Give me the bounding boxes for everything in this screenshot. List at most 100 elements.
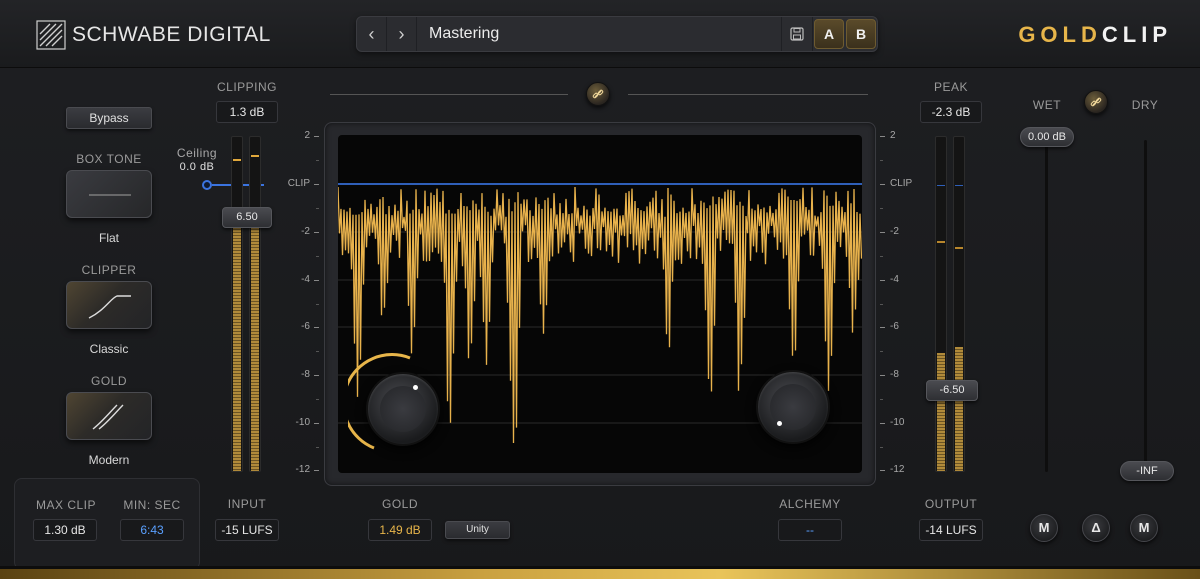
scale-minor-tick: [880, 208, 883, 209]
plugin-window: SCHWABE DIGITAL ‹ › Mastering A B GOLDCL…: [0, 0, 1200, 579]
min-sec-label: MIN: SEC: [123, 498, 181, 512]
wet-fader-handle[interactable]: 0.00 dB: [1020, 127, 1074, 147]
scale-minor-tick: [316, 256, 319, 257]
unity-button[interactable]: Unity: [445, 521, 510, 539]
scale-minor-tick: [880, 160, 883, 161]
delta-button[interactable]: Δ: [1082, 514, 1110, 542]
gain-link-button[interactable]: [586, 82, 610, 106]
bypass-button[interactable]: Bypass: [66, 107, 152, 129]
scale-tick-left: [314, 136, 319, 137]
scale-tick-left: [314, 375, 319, 376]
scale-label-left: -8: [301, 369, 310, 380]
dry-fader-track[interactable]: [1144, 140, 1147, 470]
scale-tick-right: [880, 136, 885, 137]
alchemy-value: --: [778, 519, 842, 541]
dry-label: DRY: [1131, 98, 1159, 112]
scale-minor-tick: [316, 447, 319, 448]
gold-mode-label: GOLD: [90, 374, 127, 388]
scale-label-right: CLIP: [890, 178, 913, 189]
scale-tick-right: [880, 423, 885, 424]
clipper-tile[interactable]: [66, 281, 152, 329]
input-fader-handle[interactable]: 6.50: [222, 207, 272, 228]
scale-label-right: -4: [890, 274, 899, 285]
scale-tick-right: [880, 184, 885, 185]
box-tone-label: BOX TONE: [76, 152, 142, 166]
wet-fader-track[interactable]: [1045, 140, 1048, 472]
scale-minor-tick: [880, 351, 883, 352]
scale-label-left: -4: [301, 274, 310, 285]
next-preset-button[interactable]: ›: [387, 17, 417, 51]
gold-value: 1.49 dB: [368, 519, 432, 541]
scale-tick-right: [880, 327, 885, 328]
preset-name[interactable]: Mastering: [417, 17, 781, 51]
chevron-right-icon: ›: [398, 23, 405, 44]
output-label: OUTPUT: [924, 497, 978, 511]
chevron-left-icon: ‹: [368, 23, 375, 44]
scale-tick-right: [880, 375, 885, 376]
scale-minor-tick: [316, 399, 319, 400]
scale-minor-tick: [316, 351, 319, 352]
prev-preset-button[interactable]: ‹: [357, 17, 387, 51]
box-tone-tile[interactable]: [66, 170, 152, 218]
scale-label-left: -2: [301, 226, 310, 237]
scale-tick-left: [314, 280, 319, 281]
scale-label-right: -8: [890, 369, 899, 380]
classic-curve-icon: [88, 295, 131, 319]
gold-mode-tile[interactable]: [66, 392, 152, 440]
input-label: INPUT: [227, 497, 267, 511]
mute-wet-button[interactable]: M: [1030, 514, 1058, 542]
scale-tick-left: [314, 470, 319, 471]
bottom-gold-bar: [0, 566, 1200, 579]
link-icon: [592, 89, 604, 99]
max-clip-label: MAX CLIP: [35, 498, 96, 512]
preset-bar: ‹ › Mastering A B: [356, 16, 878, 52]
header-bar: SCHWABE DIGITAL ‹ › Mastering A B GOLDCL…: [0, 0, 1200, 68]
b-button[interactable]: B: [846, 19, 876, 49]
product-logo: GOLDCLIP: [1018, 22, 1172, 47]
scale-label-right: -6: [890, 321, 899, 332]
scale-tick-left: [314, 423, 319, 424]
save-preset-button[interactable]: [781, 17, 813, 51]
ceiling-handle[interactable]: [202, 180, 212, 190]
max-clip-value: 1.30 dB: [33, 519, 97, 541]
scale-minor-tick: [316, 304, 319, 305]
modern-curve-icon: [92, 404, 124, 430]
scale-label-left: -10: [295, 417, 310, 428]
scale-label-right: -12: [890, 464, 905, 475]
brand: SCHWABE DIGITAL: [36, 20, 271, 50]
scale-tick-right: [880, 470, 885, 471]
link-line-left: [330, 94, 568, 95]
output-lufs-value: -14 LUFS: [919, 519, 983, 541]
a-button[interactable]: A: [814, 19, 844, 49]
clipper-label: CLIPPER: [81, 263, 137, 277]
input-lufs-value: -15 LUFS: [215, 519, 279, 541]
peak-value: -2.3 dB: [920, 101, 982, 123]
gold-knob[interactable]: [366, 372, 440, 446]
clipper-value: Classic: [89, 342, 129, 356]
scale-minor-tick: [316, 160, 319, 161]
scale-label-right: -10: [890, 417, 905, 428]
save-icon: [790, 27, 804, 41]
input-meter-right: [249, 136, 261, 472]
scale-minor-tick: [880, 447, 883, 448]
scale-tick-left: [314, 327, 319, 328]
output-fader-handle[interactable]: -6.50: [926, 380, 978, 401]
scale-minor-tick: [316, 208, 319, 209]
scale-label-left: -6: [301, 321, 310, 332]
scale-tick-left: [314, 184, 319, 185]
clipping-value: 1.3 dB: [216, 101, 278, 123]
link-icon: [1090, 97, 1102, 107]
peak-label: PEAK: [933, 80, 968, 94]
mute-dry-button[interactable]: M: [1130, 514, 1158, 542]
alchemy-knob[interactable]: [756, 370, 830, 444]
alchemy-label: ALCHEMY: [779, 497, 841, 511]
output-meter-right: [953, 136, 965, 472]
wet-dry-link-button[interactable]: [1084, 90, 1108, 114]
scale-minor-tick: [880, 399, 883, 400]
scale-minor-tick: [880, 256, 883, 257]
scale-label-right: 2: [890, 130, 896, 141]
ceiling-value: 0.0 dB: [179, 161, 215, 173]
gold-mode-value: Modern: [88, 453, 130, 467]
wet-label: WET: [1032, 98, 1062, 112]
dry-fader-handle[interactable]: -INF: [1120, 461, 1174, 481]
